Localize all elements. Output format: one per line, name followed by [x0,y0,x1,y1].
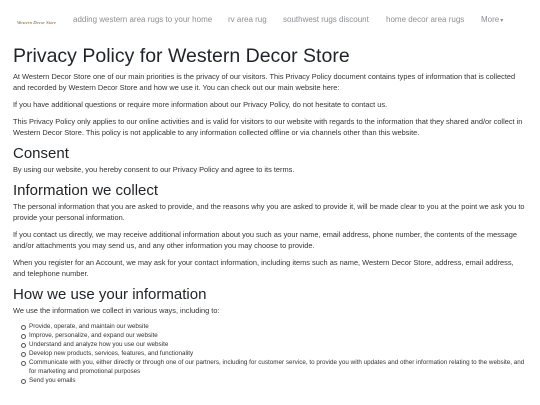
nav-link-western-area-rugs[interactable]: adding western area rugs to your home [73,14,223,25]
nav-link-southwest-rugs-discount[interactable]: southwest rugs discount [283,14,369,25]
site-logo[interactable]: Western Decor Store [17,20,56,25]
list-item: Provide, operate, and maintain our websi… [21,322,527,331]
list-item: Understand and analyze how you use our w… [21,340,527,349]
intro-paragraph: At Western Decor Store one of our main p… [13,72,516,92]
collect-paragraph: The personal information that you are as… [13,202,525,222]
page-title: Privacy Policy for Western Decor Store [13,45,350,67]
list-item: Improve, personalize, and expand our web… [21,331,527,340]
section-heading-use: How we use your information [13,286,207,303]
section-heading-consent: Consent [13,145,69,162]
list-item: Send you emails [21,376,527,385]
main-content: Privacy Policy for Western Decor Store A… [13,44,527,385]
nav-more-dropdown[interactable]: More▾ [481,14,503,27]
consent-paragraph: By using our website, you hereby consent… [13,165,295,174]
section-heading-collect: Information we collect [13,182,159,199]
collect-paragraph: If you contact us directly, we may recei… [13,230,517,250]
nav-more-label: More [481,15,500,24]
top-navbar: Western Decor Store adding western area … [0,0,540,40]
nav-link-home-decor-area-rugs[interactable]: home decor area rugs [386,14,466,25]
use-list: Provide, operate, and maintain our websi… [13,322,527,385]
intro-paragraph: If you have additional questions or requ… [13,100,388,109]
intro-paragraph: This Privacy Policy only applies to our … [13,117,523,137]
list-item: Develop new products, services, features… [21,349,527,358]
nav-link-rv-area-rug[interactable]: rv area rug [228,14,274,25]
use-lead-paragraph: We use the information we collect in var… [13,306,220,315]
collect-paragraph: When you register for an Account, we may… [13,258,514,278]
caret-down-icon: ▾ [500,18,504,24]
list-item: Communicate with you, either directly or… [21,358,527,376]
